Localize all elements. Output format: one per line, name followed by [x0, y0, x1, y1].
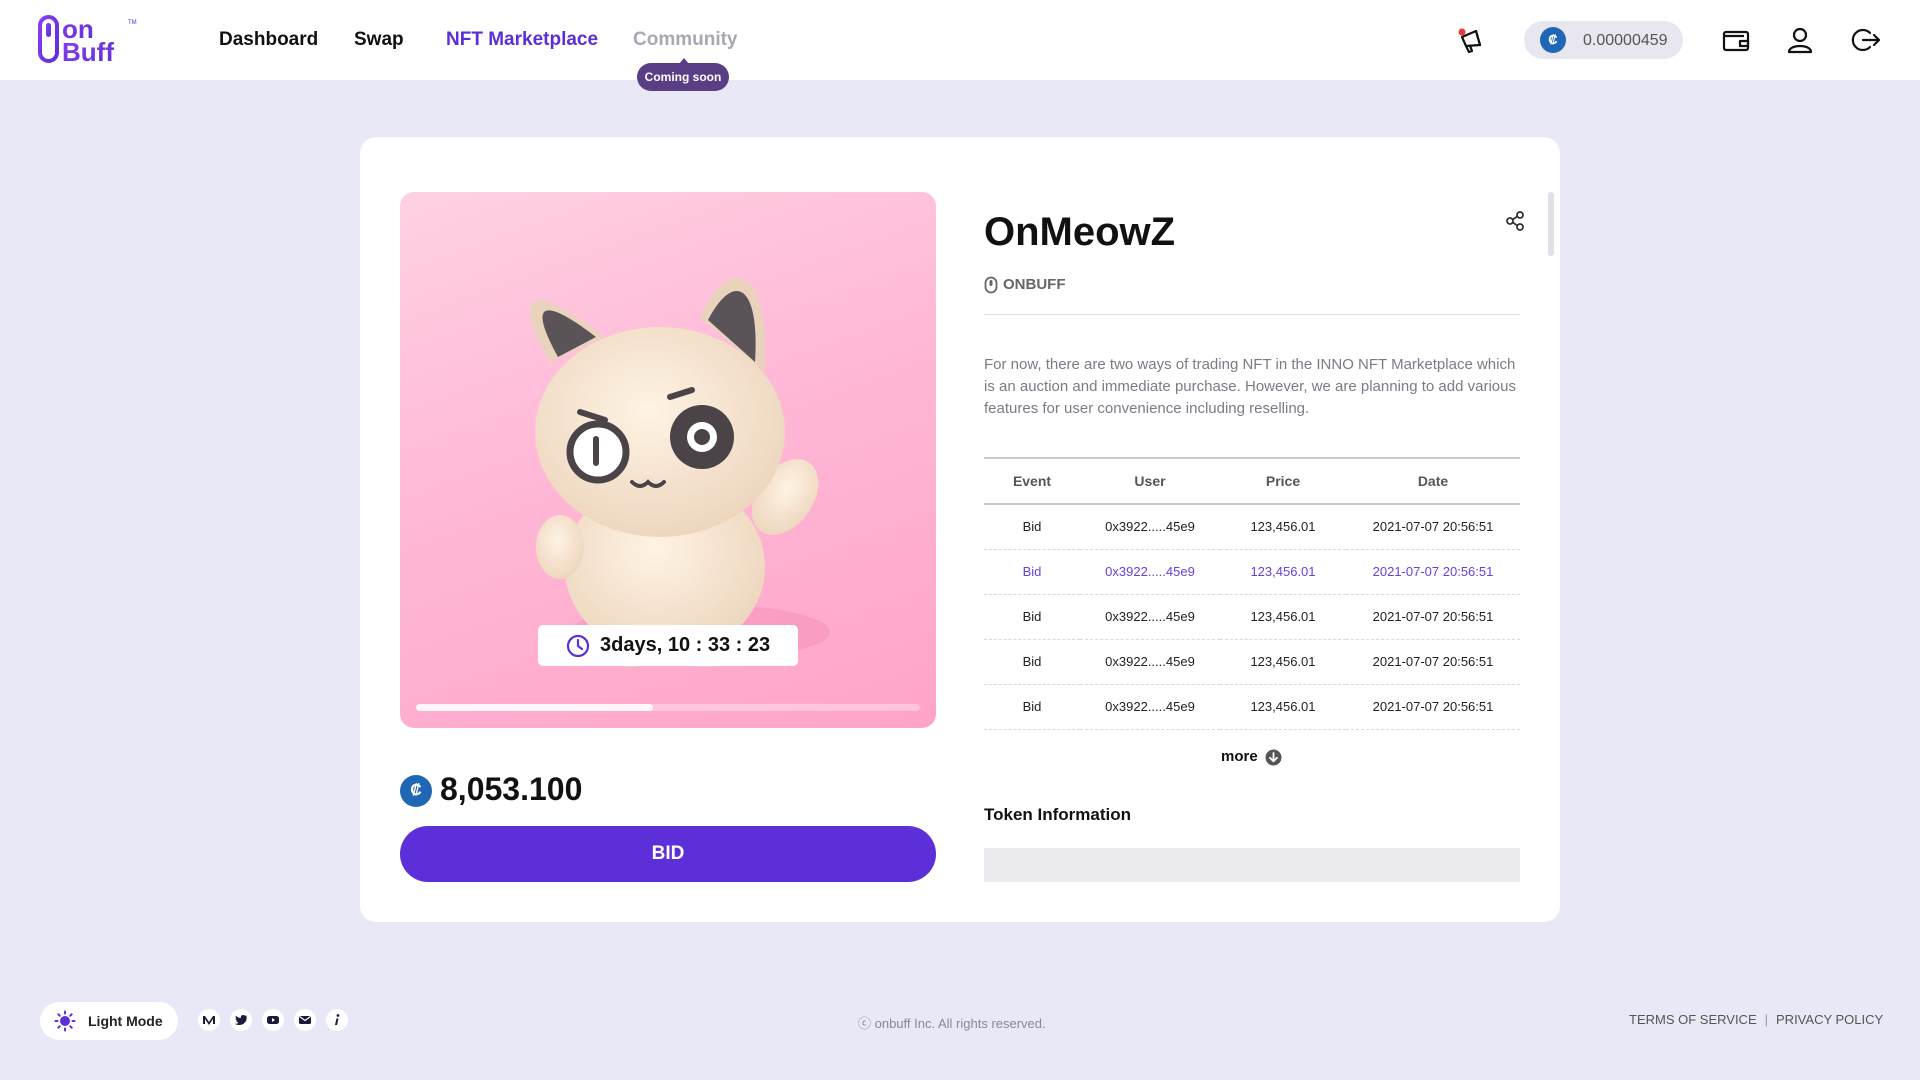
table-row: Bid 0x3922.....45e9 123,456.01 2021-07-0…	[984, 504, 1520, 550]
share-icon[interactable]	[1504, 210, 1526, 232]
user-cell[interactable]: 0x3922.....45e9	[1080, 639, 1220, 685]
coming-soon-badge: Coming soon	[637, 58, 729, 91]
balance-value: 0.00000459	[1583, 32, 1668, 49]
event-cell: Bid	[984, 594, 1080, 640]
nav-community: Community	[633, 29, 738, 50]
svg-text:Buff: Buff	[62, 37, 114, 66]
price-cell: 123,456.01	[1220, 549, 1346, 595]
nft-title: OnMeowZ	[984, 210, 1176, 254]
wallet-icon[interactable]	[1720, 24, 1752, 56]
table-row: Bid 0x3922.....45e9 123,456.01 2021-07-0…	[984, 594, 1520, 640]
user-cell[interactable]: 0x3922.....45e9	[1080, 594, 1220, 640]
light-mode-label: Light Mode	[88, 1013, 163, 1029]
clock-icon	[566, 634, 590, 658]
svg-text:TM: TM	[128, 20, 137, 26]
details-scrollbar[interactable]	[1548, 192, 1554, 882]
balance-pill[interactable]: ₡ 0.00000459	[1524, 21, 1683, 59]
event-cell: Bid	[984, 684, 1080, 730]
event-cell: Bid	[984, 549, 1080, 595]
megaphone-icon[interactable]	[1456, 24, 1488, 56]
youtube-icon[interactable]	[262, 1009, 284, 1031]
auction-progress-fill	[416, 704, 653, 711]
inno-coin-icon: ₡	[400, 775, 432, 807]
more-button[interactable]: more	[1221, 748, 1282, 768]
info-icon[interactable]	[326, 1009, 348, 1031]
price-cell: 123,456.01	[1220, 639, 1346, 685]
light-mode-toggle[interactable]: Light Mode	[40, 1002, 178, 1040]
user-cell[interactable]: 0x3922.....45e9	[1080, 684, 1220, 730]
medium-icon[interactable]	[198, 1009, 220, 1031]
terms-of-service-link[interactable]: TERMS OF SERVICE	[1629, 1012, 1757, 1027]
column-header: User	[1080, 457, 1220, 505]
timer-value: 3days, 10 : 33 : 23	[600, 634, 771, 656]
nft-detail-card: 3days, 10 : 33 : 23 ₡ 8,053.100 BID OnMe…	[360, 137, 1560, 922]
column-header: Event	[984, 457, 1080, 505]
price-cell: 123,456.01	[1220, 684, 1346, 730]
token-information-title: Token Information	[984, 805, 1132, 824]
date-cell: 2021-07-07 20:56:51	[1346, 549, 1520, 595]
nav-swap[interactable]: Swap	[354, 29, 404, 51]
more-label: more	[1221, 748, 1258, 765]
date-cell: 2021-07-07 20:56:51	[1346, 594, 1520, 640]
auction-timer: 3days, 10 : 33 : 23	[538, 625, 798, 666]
creator-name: ONBUFF	[1003, 276, 1066, 293]
logout-icon[interactable]	[1850, 24, 1882, 56]
divider	[984, 314, 1520, 315]
table-row: Bid 0x3922.....45e9 123,456.01 2021-07-0…	[984, 639, 1520, 685]
date-cell: 2021-07-07 20:56:51	[1346, 684, 1520, 730]
top-header: on Buff TM Dashboard Swap NFT Marketplac…	[0, 0, 1920, 91]
twitter-icon[interactable]	[230, 1009, 252, 1031]
footer-links: TERMS OF SERVICE | PRIVACY POLICY	[1629, 1012, 1883, 1027]
column-header: Date	[1346, 457, 1520, 505]
footer-separator: |	[1764, 1012, 1769, 1027]
sun-icon	[54, 1010, 76, 1032]
nft-details-panel: OnMeowZ ONBUFF For now, there are two wa…	[984, 192, 1524, 882]
nft-artwork: 3days, 10 : 33 : 23	[400, 192, 936, 728]
event-cell: Bid	[984, 504, 1080, 550]
token-information-box	[984, 848, 1520, 882]
table-row: Bid 0x3922.....45e9 123,456.01 2021-07-0…	[984, 684, 1520, 730]
price-value: 8,053.100	[440, 771, 583, 807]
date-cell: 2021-07-07 20:56:51	[1346, 504, 1520, 550]
scrollbar-thumb[interactable]	[1548, 192, 1554, 256]
copyright-text: ⓒ onbuff Inc. All rights reserved.	[858, 1016, 1046, 1031]
onbuff-logo[interactable]: on Buff TM	[38, 14, 142, 67]
mail-icon[interactable]	[294, 1009, 316, 1031]
user-cell[interactable]: 0x3922.....45e9	[1080, 549, 1220, 595]
user-icon[interactable]	[1784, 24, 1816, 56]
event-cell: Bid	[984, 639, 1080, 685]
inno-coin-icon: ₡	[1540, 27, 1566, 53]
column-header: Price	[1220, 457, 1346, 505]
nav-dashboard[interactable]: Dashboard	[219, 29, 318, 51]
privacy-policy-link[interactable]: PRIVACY POLICY	[1776, 1012, 1883, 1027]
bid-button[interactable]: BID	[400, 826, 936, 882]
bid-history-table: Event User Price Date Bid 0x3922.....45e…	[984, 457, 1520, 730]
user-cell[interactable]: 0x3922.....45e9	[1080, 504, 1220, 550]
nft-description: For now, there are two ways of trading N…	[984, 356, 1516, 417]
arrow-down-circle-icon	[1265, 749, 1282, 766]
table-header-row: Event User Price Date	[984, 457, 1520, 505]
date-cell: 2021-07-07 20:56:51	[1346, 639, 1520, 685]
table-row: Bid 0x3922.....45e9 123,456.01 2021-07-0…	[984, 549, 1520, 595]
auction-progress-bar	[416, 704, 920, 711]
onbuff-mark-icon	[984, 276, 998, 294]
price-cell: 123,456.01	[1220, 594, 1346, 640]
price-cell: 123,456.01	[1220, 504, 1346, 550]
nav-nft-marketplace[interactable]: NFT Marketplace	[446, 29, 598, 51]
